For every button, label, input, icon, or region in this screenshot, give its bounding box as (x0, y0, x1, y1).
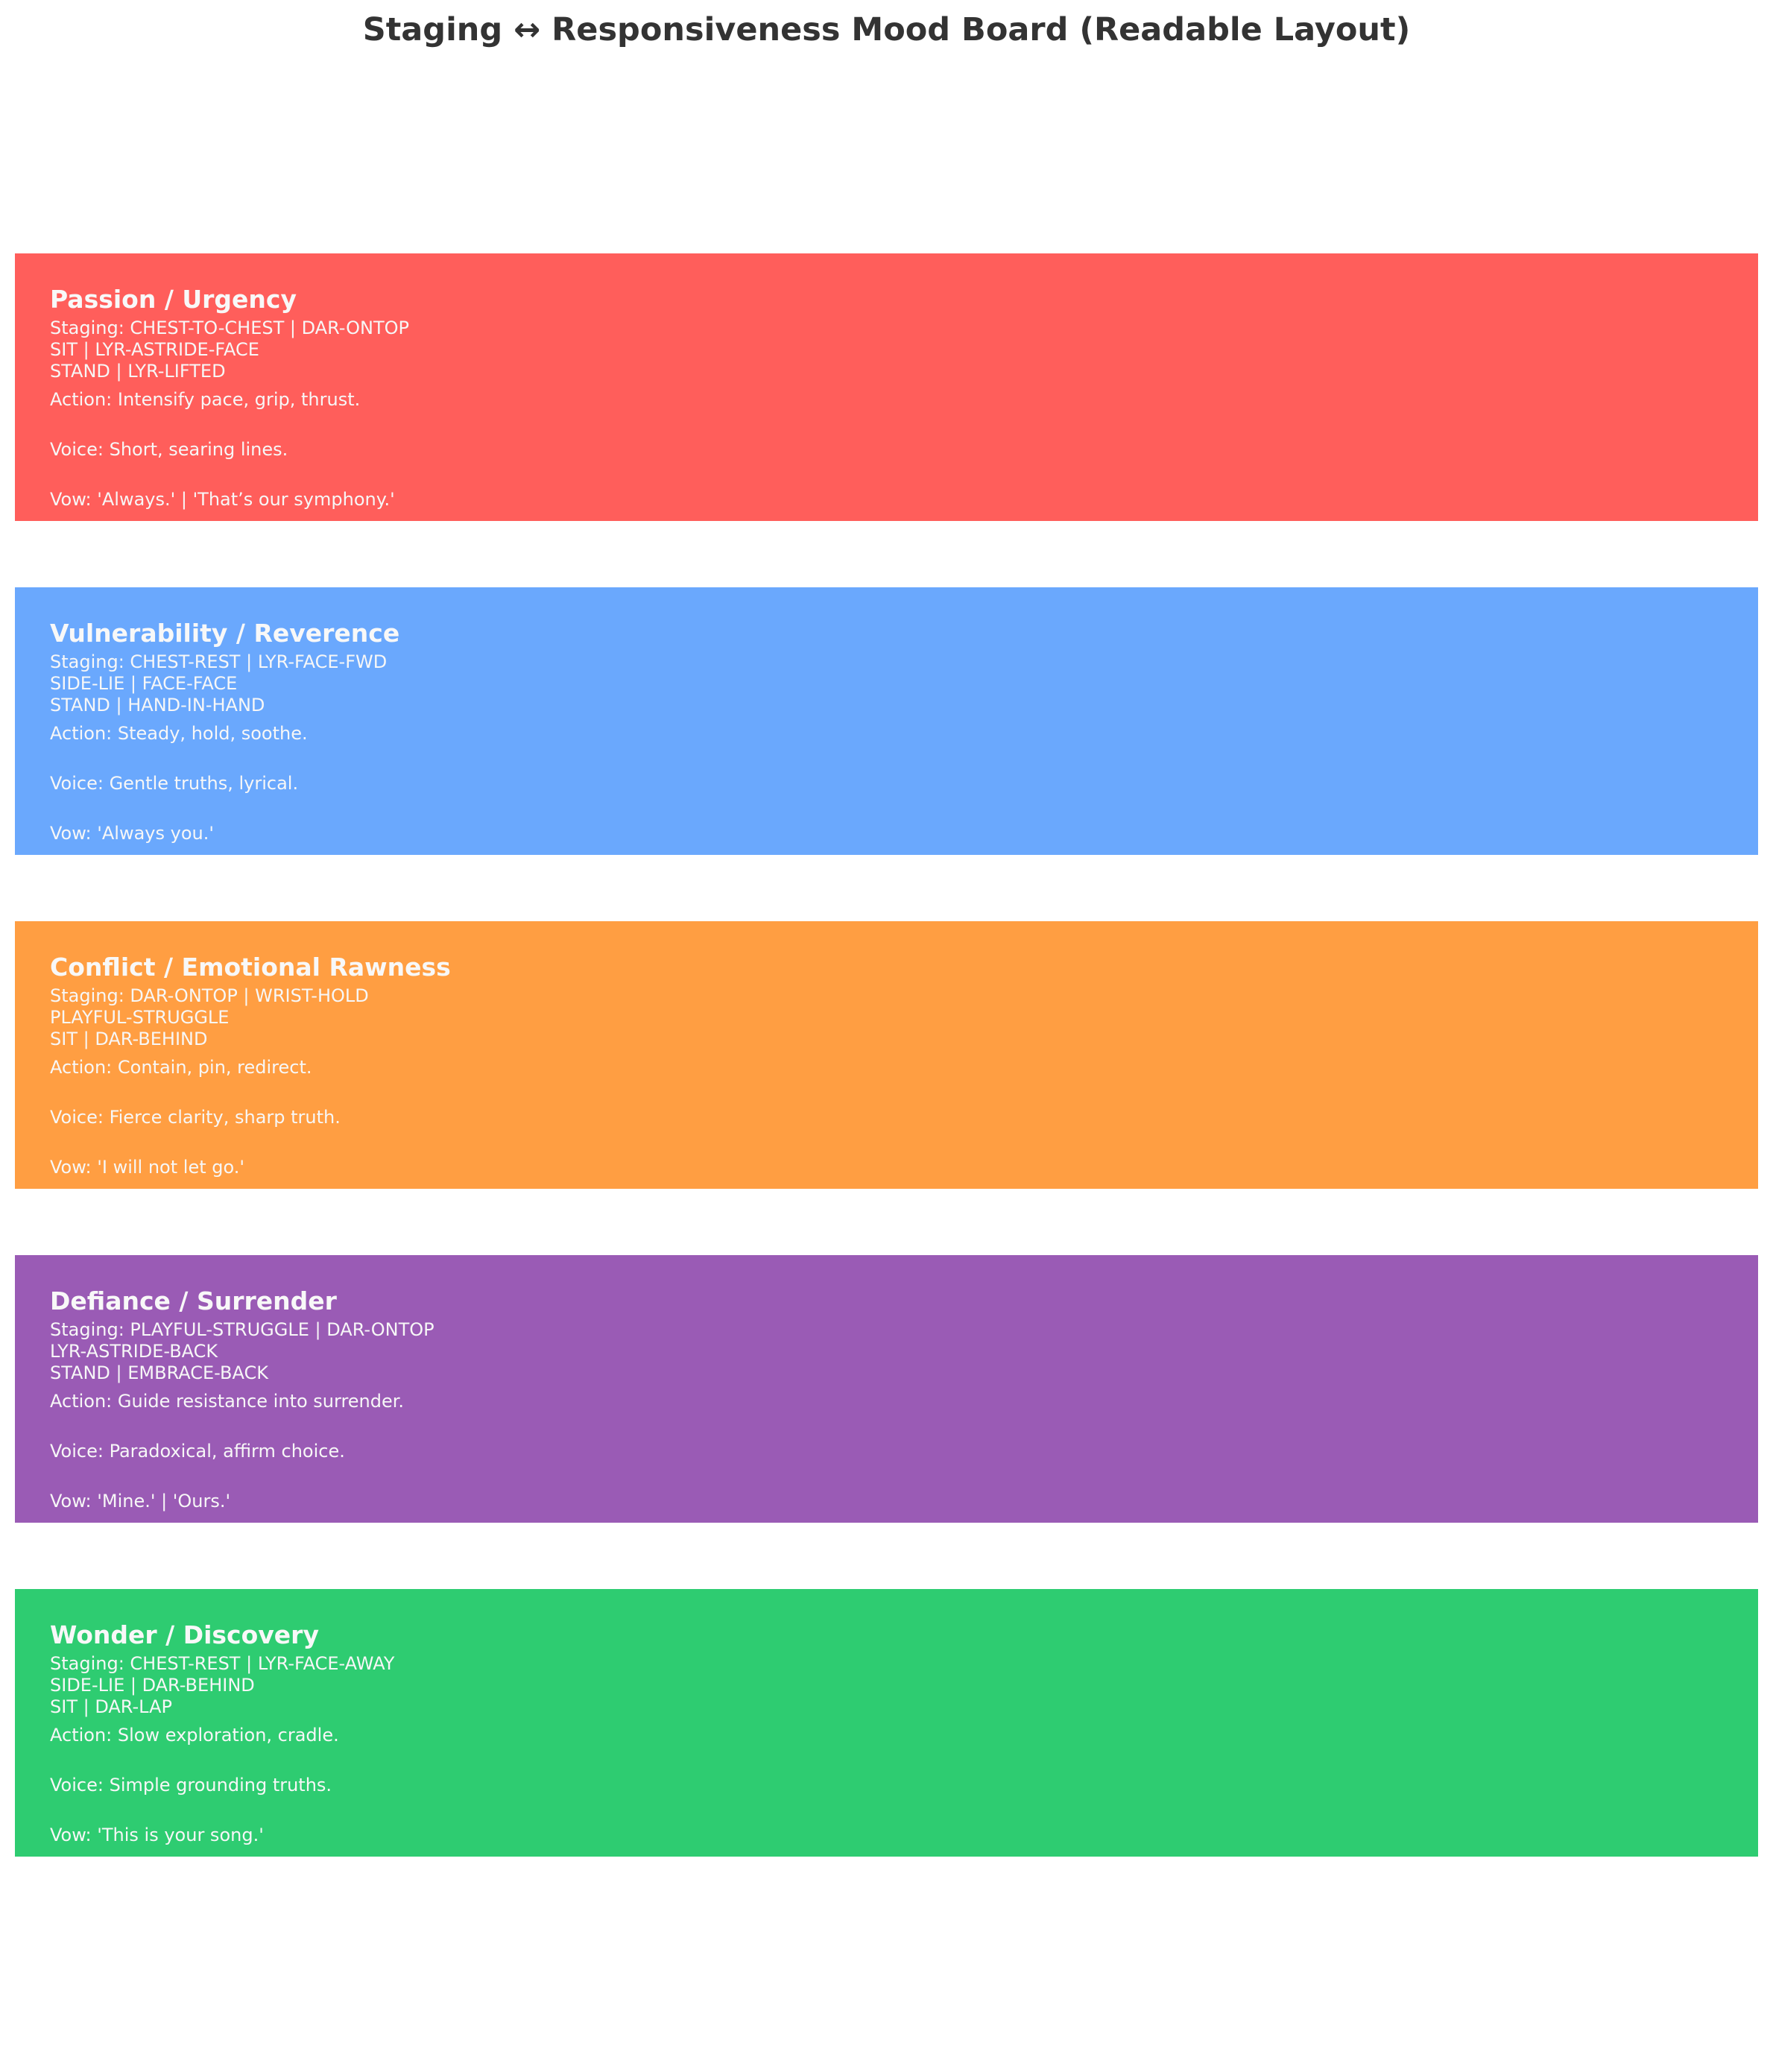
staging-line: SIT | DAR-LAP (50, 1696, 172, 1717)
panel-heading: Defiance / Surrender (50, 1286, 337, 1315)
staging-line: SIDE-LIE | DAR-BEHIND (50, 1675, 255, 1696)
action-text: Action: Slow exploration, cradle. (50, 1725, 339, 1746)
vow-text: Vow: 'This is your song.' (50, 1825, 264, 1845)
staging-line: STAND | LYR-LIFTED (50, 361, 226, 382)
action-text: Action: Guide resistance into surrender. (50, 1391, 405, 1412)
panel-heading: Vulnerability / Reverence (50, 619, 400, 648)
staging-text: Staging: DAR-ONTOP | WRIST-HOLD PLAYFUL-… (50, 985, 1758, 1050)
voice-text: Voice: Simple grounding truths. (50, 1775, 332, 1795)
staging-text: Staging: PLAYFUL-STRUGGLE | DAR-ONTOP LY… (50, 1319, 1758, 1384)
vow-text: Vow: 'Always.' | 'That’s our symphony.' (50, 489, 395, 510)
staging-line: Staging: CHEST-REST | LYR-FACE-AWAY (50, 1653, 395, 1674)
vow-text: Vow: 'I will not let go.' (50, 1157, 244, 1178)
voice-text: Voice: Paradoxical, affirm choice. (50, 1441, 345, 1462)
staging-line: Staging: CHEST-REST | LYR-FACE-FWD (50, 651, 388, 672)
mood-panel-conflict-emotional-rawness: Conflict / Emotional Rawness Staging: DA… (15, 921, 1758, 1189)
staging-line: Staging: PLAYFUL-STRUGGLE | DAR-ONTOP (50, 1319, 434, 1340)
staging-line: STAND | EMBRACE-BACK (50, 1362, 268, 1383)
action-text: Action: Contain, pin, redirect. (50, 1057, 312, 1078)
voice-text: Voice: Gentle truths, lyrical. (50, 773, 299, 794)
page-title: Staging ↔ Responsiveness Mood Board (Rea… (362, 11, 1411, 48)
action-text: Action: Steady, hold, soothe. (50, 723, 308, 744)
panel-heading: Wonder / Discovery (50, 1620, 319, 1649)
staging-line: SIT | DAR-BEHIND (50, 1029, 208, 1049)
panel-heading: Passion / Urgency (50, 285, 297, 314)
panel-heading: Conflict / Emotional Rawness (50, 953, 451, 982)
staging-line: PLAYFUL-STRUGGLE (50, 1007, 230, 1028)
action-text: Action: Intensify pace, grip, thrust. (50, 389, 361, 410)
staging-line: LYR-ASTRIDE-BACK (50, 1341, 218, 1362)
mood-panel-passion-urgency: Passion / Urgency Staging: CHEST-TO-CHES… (15, 253, 1758, 521)
staging-line: SIT | LYR-ASTRIDE-FACE (50, 339, 259, 360)
mood-panel-wonder-discovery: Wonder / Discovery Staging: CHEST-REST |… (15, 1589, 1758, 1857)
staging-text: Staging: CHEST-TO-CHEST | DAR-ONTOP SIT … (50, 318, 1758, 382)
staging-text: Staging: CHEST-REST | LYR-FACE-FWD SIDE-… (50, 651, 1758, 716)
mood-panel-defiance-surrender: Defiance / Surrender Staging: PLAYFUL-ST… (15, 1255, 1758, 1523)
staging-line: SIDE-LIE | FACE-FACE (50, 673, 238, 694)
staging-text: Staging: CHEST-REST | LYR-FACE-AWAY SIDE… (50, 1653, 1758, 1718)
voice-text: Voice: Short, searing lines. (50, 439, 288, 460)
vow-text: Vow: 'Mine.' | 'Ours.' (50, 1491, 231, 1512)
mood-panel-vulnerability-reverence: Vulnerability / Reverence Staging: CHEST… (15, 587, 1758, 855)
voice-text: Voice: Fierce clarity, sharp truth. (50, 1107, 341, 1128)
staging-line: STAND | HAND-IN-HAND (50, 695, 265, 716)
staging-line: Staging: DAR-ONTOP | WRIST-HOLD (50, 985, 369, 1006)
vow-text: Vow: 'Always you.' (50, 823, 214, 844)
staging-line: Staging: CHEST-TO-CHEST | DAR-ONTOP (50, 318, 409, 338)
